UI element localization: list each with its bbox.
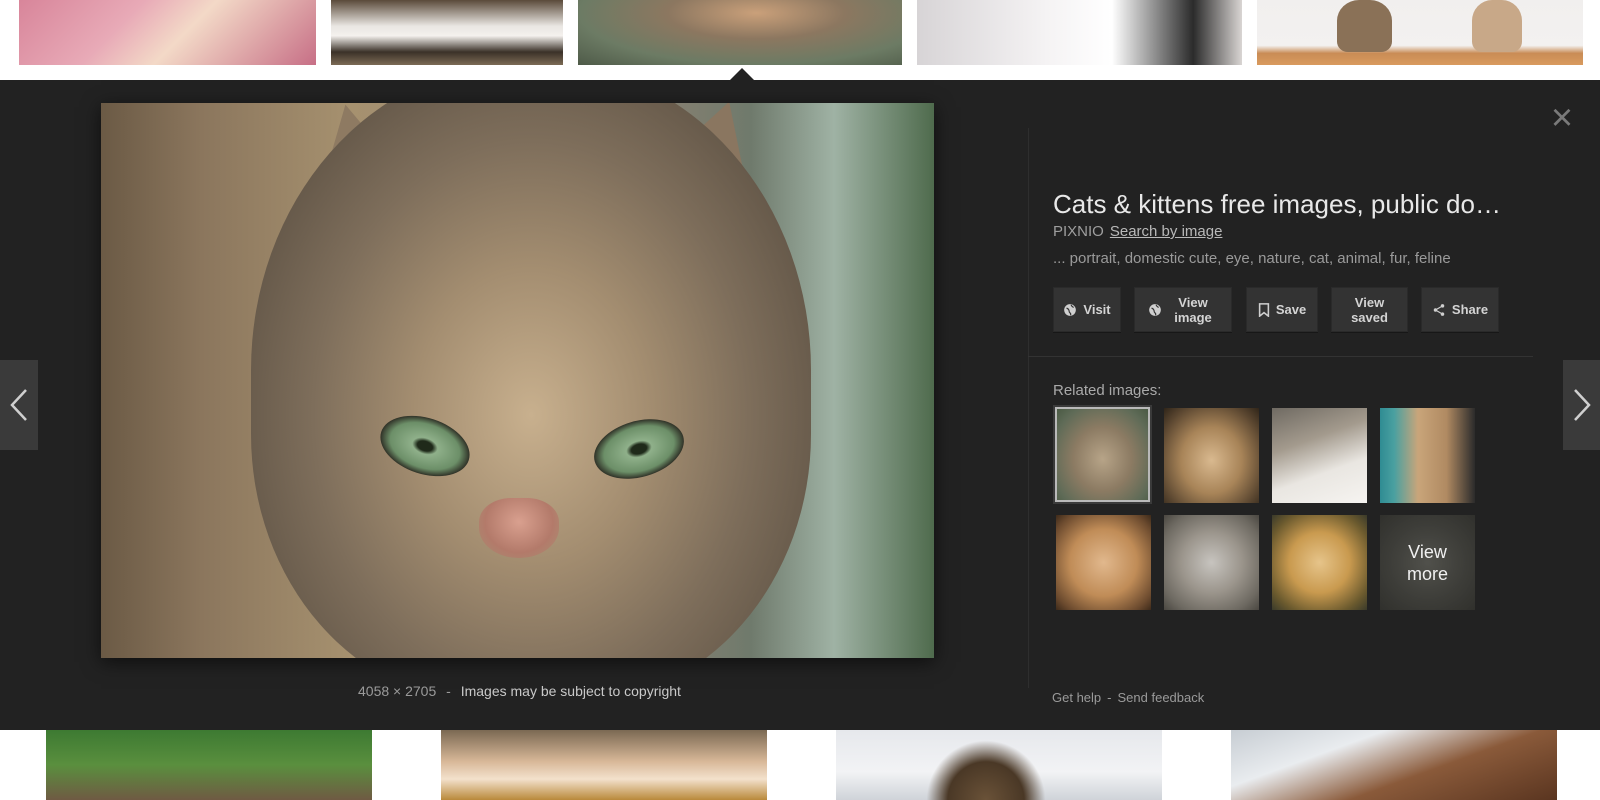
image-preview-panel: 4058 × 2705 - Images may be subject to c…: [0, 68, 1600, 730]
image-title[interactable]: Cats & kittens free images, public do…: [1053, 188, 1523, 220]
source-name: PIXNIO: [1053, 223, 1104, 240]
related-image[interactable]: [1056, 515, 1151, 610]
view-image-button[interactable]: View image: [1134, 287, 1232, 332]
view-more-tile[interactable]: View more: [1380, 515, 1475, 610]
share-button[interactable]: Share: [1421, 287, 1499, 332]
next-button[interactable]: [1563, 360, 1600, 450]
chevron-left-icon: [10, 389, 27, 421]
cat-figure: [1337, 0, 1392, 52]
image-info: Cats & kittens free images, public do… P…: [1053, 188, 1533, 270]
result-thumbnail[interactable]: [19, 0, 316, 65]
result-thumbnail[interactable]: [46, 730, 372, 800]
search-by-image-link[interactable]: Search by image: [1110, 223, 1223, 240]
selection-caret: [730, 68, 754, 80]
save-label: Save: [1275, 302, 1307, 317]
view-saved-button[interactable]: View saved: [1331, 287, 1408, 332]
copyright-notice: Images may be subject to copyright: [460, 683, 681, 699]
result-thumbnail-selected[interactable]: [578, 0, 902, 65]
result-thumbnail[interactable]: [1257, 0, 1583, 65]
result-thumbnail[interactable]: [1231, 730, 1557, 800]
footer-separator: -: [1107, 690, 1112, 705]
share-icon: [1433, 303, 1445, 316]
visit-button[interactable]: Visit: [1053, 287, 1121, 332]
results-strip-top: [0, 0, 1600, 80]
visit-label: Visit: [1083, 302, 1111, 317]
send-feedback-link[interactable]: Send feedback: [1118, 690, 1205, 705]
image-source: PIXNIO Search by image: [1053, 220, 1533, 244]
get-help-link[interactable]: Get help: [1052, 690, 1101, 705]
share-label: Share: [1451, 302, 1489, 317]
result-thumbnail[interactable]: [331, 0, 563, 65]
view-more-label: View more: [1406, 541, 1448, 584]
cat-figure: [1472, 0, 1522, 52]
cat-nose: [479, 498, 559, 558]
meta-separator: -: [446, 683, 451, 699]
related-image[interactable]: [1380, 408, 1475, 503]
related-image[interactable]: [1272, 408, 1367, 503]
panel-footer: Get help - Send feedback: [1052, 690, 1204, 705]
related-images-label: Related images:: [1053, 382, 1162, 399]
result-thumbnail[interactable]: [441, 730, 767, 800]
previous-button[interactable]: [0, 360, 38, 450]
results-strip-bottom: [0, 730, 1600, 800]
bookmark-icon: [1258, 302, 1269, 317]
view-saved-label: View saved: [1351, 294, 1388, 325]
image-dimensions: 4058 × 2705: [358, 683, 437, 699]
related-image[interactable]: [1164, 408, 1259, 503]
result-thumbnail[interactable]: [917, 0, 1242, 65]
preview-image[interactable]: [101, 103, 934, 658]
section-divider: [1028, 356, 1533, 357]
related-image[interactable]: [1272, 515, 1367, 610]
panel-divider: [1028, 128, 1029, 688]
save-button[interactable]: Save: [1246, 287, 1318, 332]
globe-icon: [1149, 303, 1161, 316]
related-image[interactable]: [1164, 515, 1259, 610]
result-thumbnail[interactable]: [836, 730, 1162, 800]
close-icon[interactable]: ×: [1548, 99, 1576, 137]
image-meta: 4058 × 2705 - Images may be subject to c…: [358, 683, 681, 699]
image-description: ... portrait, domestic cute, eye, nature…: [1053, 250, 1451, 267]
cat-head: [251, 103, 811, 658]
related-image-selected[interactable]: [1055, 407, 1150, 502]
chevron-right-icon: [1574, 389, 1591, 421]
globe-icon: [1064, 303, 1077, 316]
view-image-label: View image: [1174, 294, 1212, 325]
cat-figure: [926, 740, 1046, 800]
